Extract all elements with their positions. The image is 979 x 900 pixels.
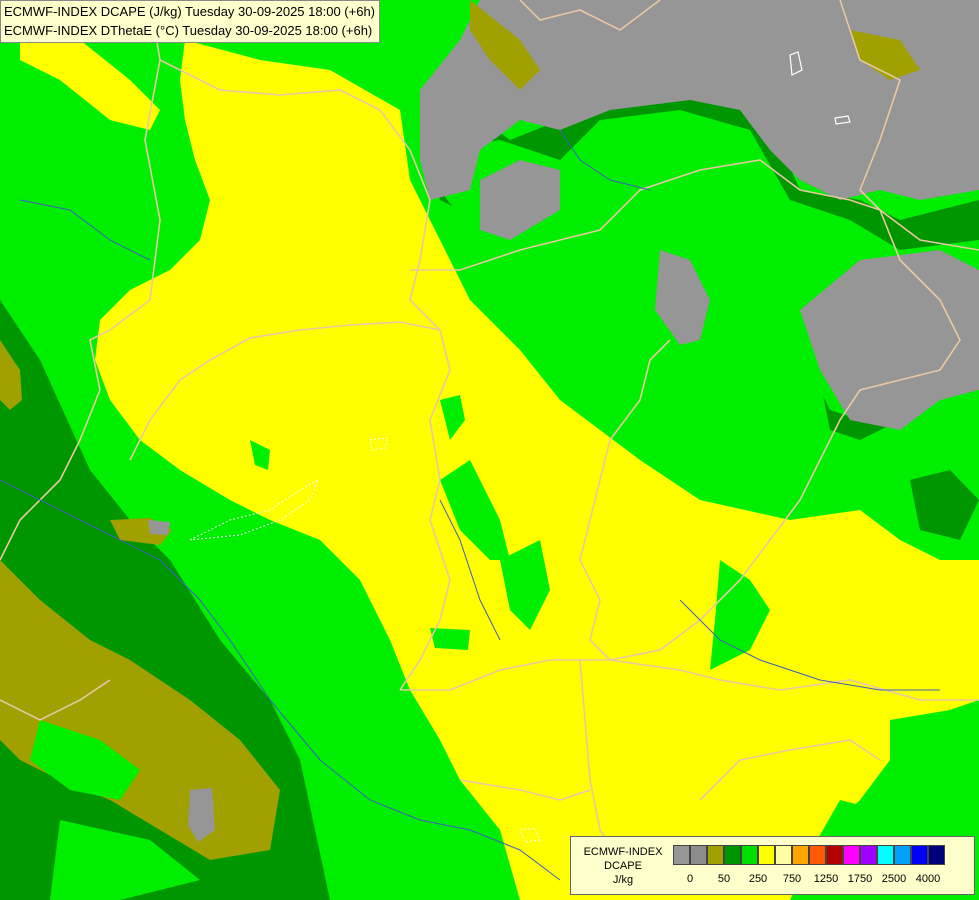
grey-west-blob	[148, 520, 170, 535]
legend-swatch	[877, 845, 894, 865]
legend-swatch	[843, 845, 860, 865]
legend-unit: J/kg	[612, 874, 634, 886]
title-dthetae: ECMWF-INDEX DThetaE (°C) Tuesday 30-09-2…	[4, 23, 373, 38]
legend-swatch	[724, 845, 741, 865]
legend-tick-label: 1250	[813, 873, 839, 885]
legend-swatch	[775, 845, 792, 865]
legend-tick-label: 1750	[847, 873, 873, 885]
legend-tick-label: 750	[782, 873, 802, 885]
legend-swatch	[690, 845, 707, 865]
legend-tick-label: 2500	[881, 873, 907, 885]
legend-swatch	[707, 845, 724, 865]
legend-swatch	[673, 845, 690, 865]
legend-swatch	[792, 845, 809, 865]
color-legend: ECMWF-INDEX DCAPE J/kg 0 50 250 750 1250…	[570, 836, 975, 895]
legend-tick-label: 0	[686, 873, 694, 885]
legend-swatch	[894, 845, 911, 865]
map-title-box: ECMWF-INDEX DCAPE (J/kg) Tuesday 30-09-2…	[0, 0, 381, 43]
legend-swatch	[809, 845, 826, 865]
legend-tick-labels: 0 50 250 750 1250 1750 2500 4000	[673, 873, 973, 889]
title-dcape: ECMWF-INDEX DCAPE (J/kg) Tuesday 30-09-2…	[4, 4, 376, 19]
legend-title: ECMWF-INDEX DCAPE J/kg	[575, 845, 671, 887]
legend-swatches	[673, 845, 945, 865]
legend-swatch	[911, 845, 928, 865]
green-insert-6	[430, 628, 470, 650]
legend-swatch	[741, 845, 758, 865]
legend-tick-label: 50	[717, 873, 731, 885]
legend-swatch	[758, 845, 775, 865]
legend-swatch	[826, 845, 843, 865]
legend-swatch	[860, 845, 877, 865]
legend-tick-label: 4000	[915, 873, 941, 885]
legend-parameter: DCAPE	[604, 860, 642, 872]
legend-tick-label: 250	[748, 873, 768, 885]
legend-model: ECMWF-INDEX	[583, 846, 663, 858]
legend-swatch	[928, 845, 945, 865]
dcape-map	[0, 0, 979, 900]
